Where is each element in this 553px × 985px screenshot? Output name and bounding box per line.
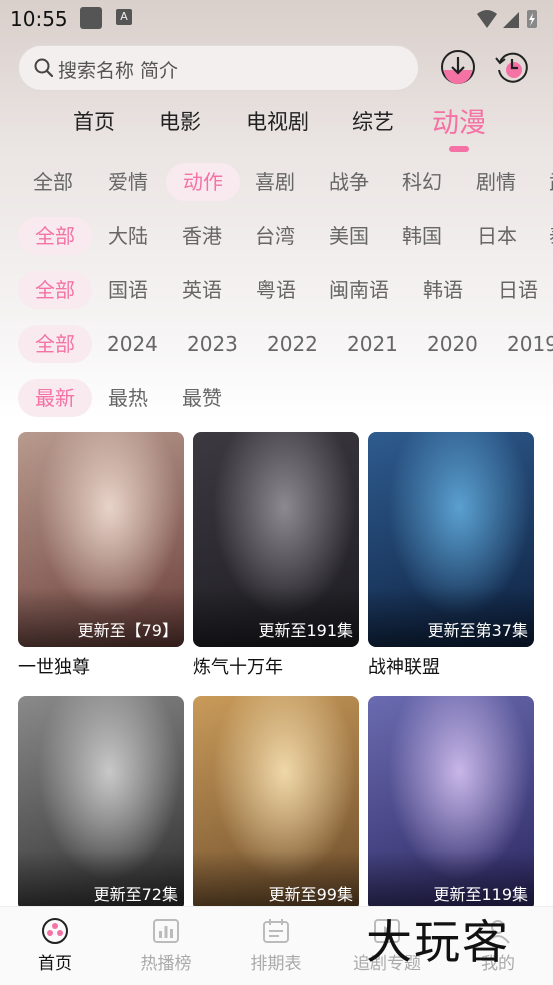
poster-image: 更新至191集 [193,432,359,647]
year-chip[interactable]: 2024 [107,325,158,363]
sort-chip[interactable]: 最赞 [182,379,222,417]
card-title: 炼气十万年 [193,657,283,678]
watermark: 大玩客 [366,915,510,969]
region-filter: 全部 大陆 香港 台湾 美国 韩国 日本 泰 [0,217,553,257]
region-chip[interactable]: 泰 [549,217,553,255]
genre-chip[interactable]: 战争 [329,163,369,201]
ranking-icon [153,919,179,943]
language-chip-selected[interactable]: 全部 [18,271,92,309]
episode-badge: 更新至【79】 [77,621,178,640]
status-bar: 10:55 A [0,0,553,38]
notification-icon [80,7,102,29]
episode-badge: 更新至72集 [93,885,178,904]
status-time: 10:55 [10,7,68,31]
year-chip-selected[interactable]: 全部 [18,325,92,363]
nav-hot-ranking[interactable]: 热播榜 [116,917,216,974]
history-icon[interactable] [493,48,531,86]
card-title: 一世独尊 [18,657,90,678]
text-notification-icon: A [116,9,132,25]
genre-chip[interactable]: 喜剧 [255,163,295,201]
year-chip[interactable]: 2022 [267,325,318,363]
sort-chip-selected[interactable]: 最新 [18,379,92,417]
nav-label: 排期表 [250,954,302,974]
genre-chip[interactable]: 全部 [33,163,73,201]
tab-home[interactable]: 首页 [73,106,115,136]
genre-chip-selected[interactable]: 动作 [166,163,240,201]
poster-image: 更新至第37集 [368,432,534,647]
calendar-icon [263,919,289,943]
year-chip[interactable]: 2023 [187,325,238,363]
language-chip[interactable]: 韩语 [423,271,463,309]
genre-chip[interactable]: 武 [549,163,553,201]
language-chip[interactable]: 英语 [182,271,222,309]
episode-badge: 更新至191集 [258,621,353,640]
sort-chip[interactable]: 最热 [108,379,148,417]
tab-indicator [449,146,469,152]
nav-label: 热播榜 [140,954,192,974]
genre-chip[interactable]: 爱情 [108,163,148,201]
region-chip-selected[interactable]: 全部 [18,217,92,255]
language-chip[interactable]: 粤语 [256,271,296,309]
language-chip[interactable]: 国语 [108,271,148,309]
tab-anime[interactable]: 动漫 [432,101,486,140]
nav-schedule[interactable]: 排期表 [226,917,326,974]
poster-image: 更新至99集 [193,696,359,911]
home-disc-icon [42,918,68,944]
language-chip[interactable]: 闽南语 [329,271,389,309]
year-filter: 全部 2024 2023 2022 2021 2020 2019 [0,325,553,365]
category-tabs: 首页 电影 电视剧 综艺 动漫 [0,106,553,156]
language-filter: 全部 国语 英语 粤语 闽南语 韩语 日语 [0,271,553,311]
card-title: 战神联盟 [368,657,440,678]
episode-badge: 更新至99集 [268,885,353,904]
region-chip[interactable]: 台湾 [255,217,295,255]
region-chip[interactable]: 美国 [329,217,369,255]
episode-badge: 更新至119集 [433,885,528,904]
year-chip[interactable]: 2019 [507,325,553,363]
poster-image: 更新至72集 [18,696,184,911]
region-chip[interactable]: 日本 [477,217,517,255]
tab-movie[interactable]: 电影 [159,106,201,136]
poster-image: 更新至【79】 [18,432,184,647]
tab-tv-series[interactable]: 电视剧 [246,106,309,136]
system-icons [475,8,541,34]
genre-chip[interactable]: 剧情 [476,163,516,201]
region-chip[interactable]: 大陆 [108,217,148,255]
tab-variety[interactable]: 综艺 [352,106,394,136]
genre-filter: 全部 爱情 动作 喜剧 战争 科幻 剧情 武 [0,163,553,203]
language-chip[interactable]: 日语 [498,271,538,309]
episode-badge: 更新至第37集 [427,621,528,640]
poster-image: 更新至119集 [368,696,534,911]
region-chip[interactable]: 韩国 [402,217,442,255]
year-chip[interactable]: 2021 [347,325,398,363]
download-icon[interactable] [439,48,477,86]
nav-home[interactable]: 首页 [5,917,105,974]
year-chip[interactable]: 2020 [427,325,478,363]
region-chip[interactable]: 香港 [182,217,222,255]
search-icon [34,58,54,78]
nav-label: 首页 [38,954,72,974]
search-placeholder: 搜索名称 简介 [58,60,179,82]
genre-chip[interactable]: 科幻 [402,163,442,201]
search-box[interactable]: 搜索名称 简介 [18,45,419,91]
sort-filter: 最新 最热 最赞 [0,379,553,419]
